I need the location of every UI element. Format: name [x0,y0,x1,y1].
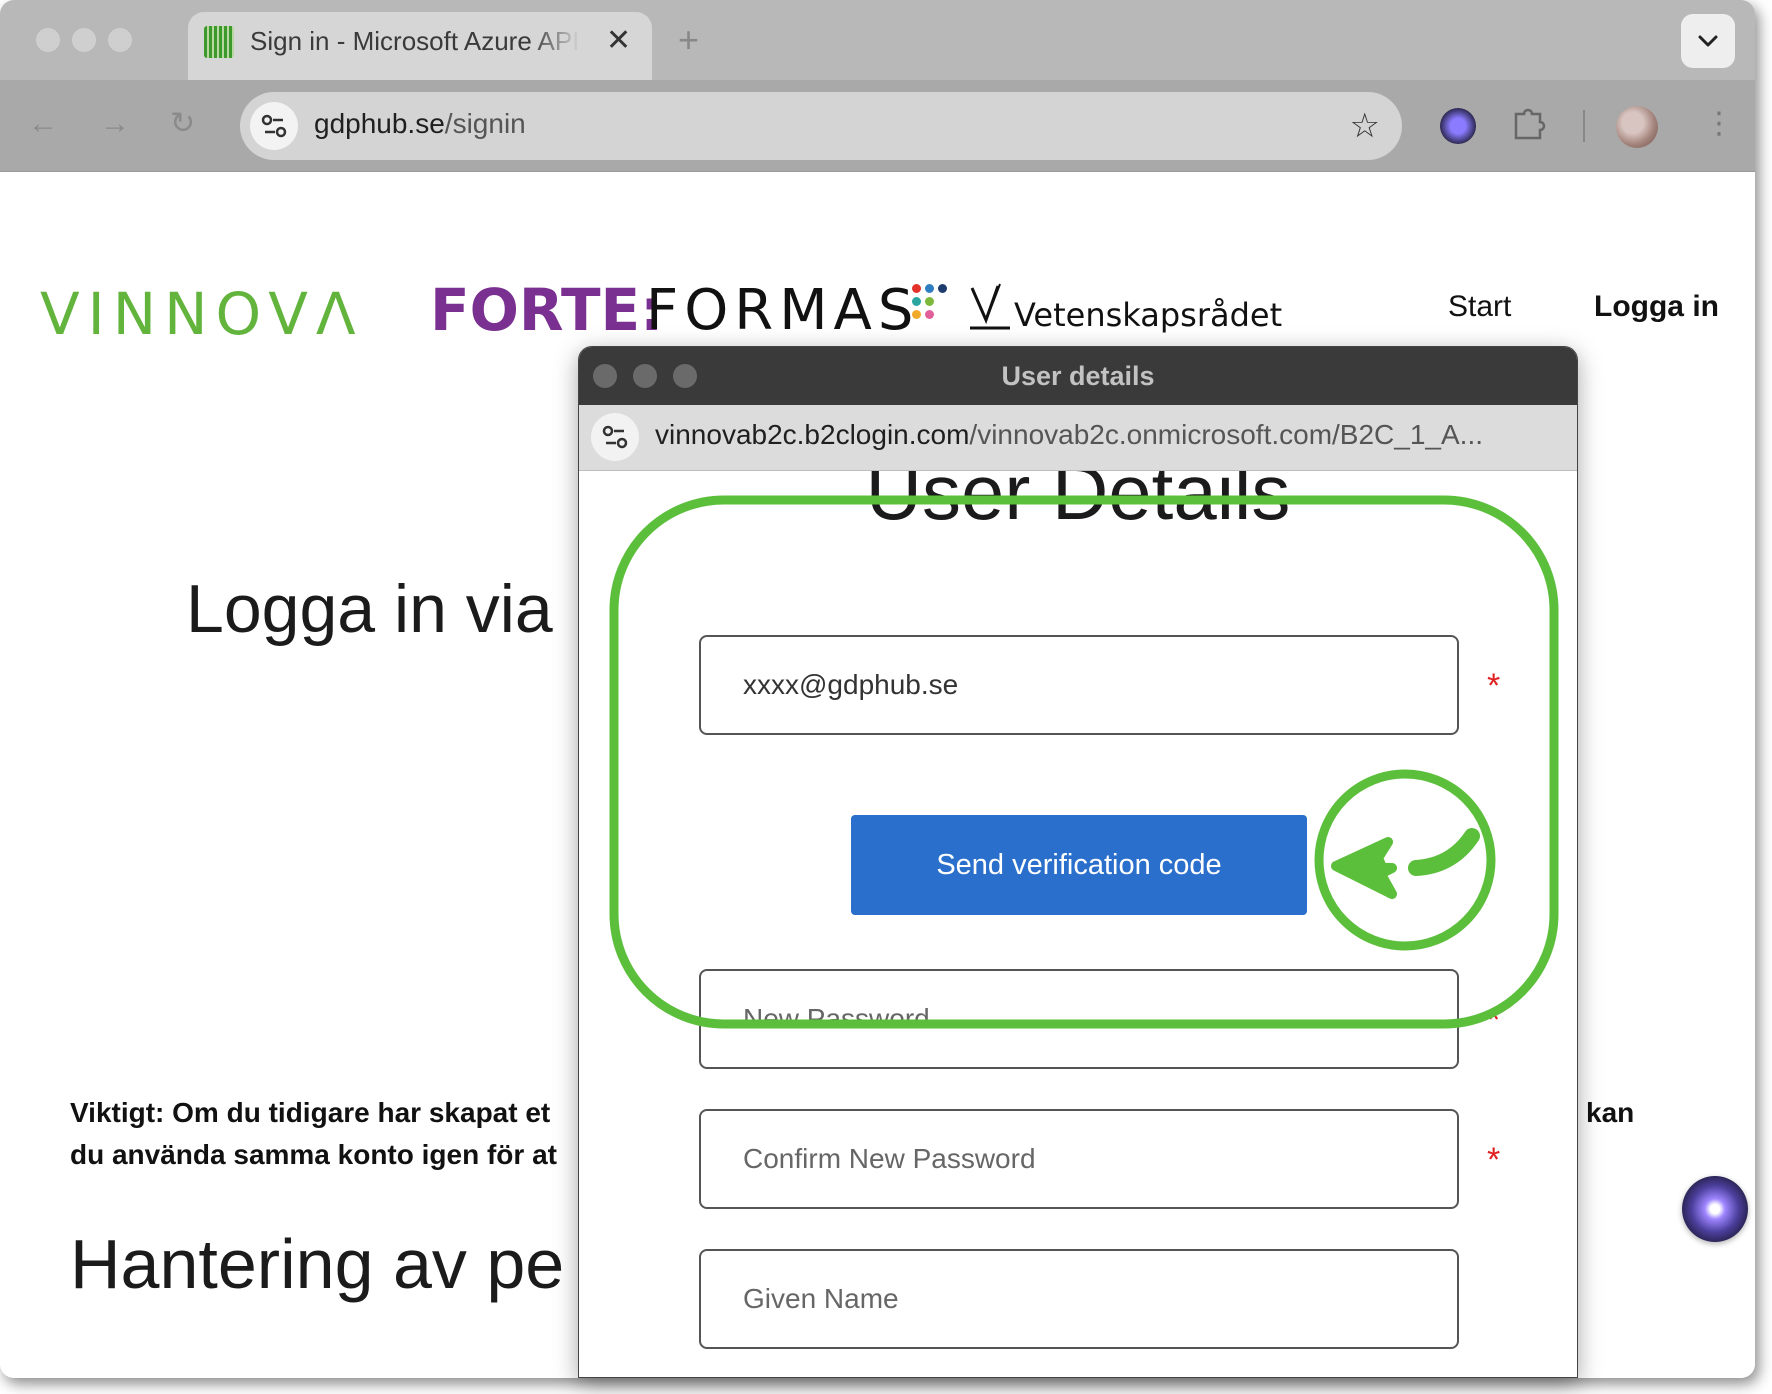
kebab-menu-icon[interactable]: ⋮ [1704,102,1734,146]
vinnova-logo[interactable]: VINNOVΛ [40,280,364,348]
avatar[interactable] [1616,106,1658,148]
popup-site-info-button[interactable] [591,413,639,461]
floating-sparkle-icon[interactable] [1682,1176,1748,1242]
puzzle-icon[interactable] [1510,102,1546,151]
forward-arrow-icon[interactable]: → [100,104,130,144]
address-bar[interactable]: gdphub.se/signin ☆ [240,92,1402,160]
tab-sign-in[interactable]: Sign in - Microsoft Azure API ✕ [188,12,652,80]
email-value: xxxx@gdphub.se [743,669,959,700]
confirm-password-placeholder: Confirm New Password [743,1143,1036,1174]
send-verification-code-button[interactable]: Send verification code [851,815,1307,915]
reload-icon[interactable]: ↻ [170,104,195,144]
tab-strip: Sign in - Microsoft Azure API ✕ + [0,0,1755,80]
given-name-field[interactable]: Given Name [699,1249,1459,1349]
email-required-marker: * [1487,667,1501,705]
site-info-icon [261,114,287,138]
important-line-1-right: kan [1586,1097,1635,1128]
popup-url-path: /vinnovab2c.onmicrosoft.com/B2C_1_A... [969,419,1484,450]
bookmark-star-icon[interactable]: ☆ [1350,106,1380,146]
toolbar-divider [1583,110,1585,142]
vetenskapsradet-mark-icon [968,280,1014,347]
new-password-required-marker: * [1487,1001,1501,1039]
confirm-password-required-marker: * [1487,1141,1501,1179]
nav-start-link[interactable]: Start [1448,290,1511,324]
url-domain: gdphub.se [314,108,445,139]
tab-title: Sign in - Microsoft Azure API [250,26,580,56]
formas-dots-icon [912,284,956,328]
chevron-down-icon [1698,35,1718,47]
popup-window-title: User details [1001,361,1155,391]
confirm-password-field[interactable]: Confirm New Password [699,1109,1459,1209]
tab-close-icon[interactable]: ✕ [606,24,631,58]
form-title: User Details [865,471,1291,536]
back-arrow-icon[interactable]: ← [28,104,58,144]
browser-toolbar: ← → ↻ gdphub.se/signin ☆ ⋮ [0,80,1755,172]
forte-logo[interactable]: FORTE: [430,276,663,344]
user-details-popup: User details vinnovab2c.b2clogin.com/vin… [578,346,1578,1378]
handling-heading: Hantering av pe [70,1225,565,1303]
new-password-field[interactable]: New Password [699,969,1459,1069]
formas-logo[interactable]: FORMAS [646,278,919,343]
tab-search-button[interactable] [1681,14,1735,68]
popup-url-domain: vinnovab2c.b2clogin.com [655,419,970,450]
nav-login-link[interactable]: Logga in [1594,290,1719,324]
popup-titlebar: User details [579,347,1577,405]
new-tab-button[interactable]: + [678,20,699,60]
popup-url-text: vinnovab2c.b2clogin.com/vinnovab2c.onmic… [655,419,1483,451]
close-window-button[interactable] [36,28,60,52]
login-heading: Logga in via [186,571,553,647]
url-text[interactable]: gdphub.se/signin [314,108,526,140]
minimize-window-button[interactable] [72,28,96,52]
maximize-window-button[interactable] [108,28,132,52]
popup-form: User Details xxxx@gdphub.se * Send verif… [579,471,1577,1377]
url-path: /signin [444,108,526,139]
vinnova-favicon-icon [204,26,234,58]
vetenskapsradet-logo[interactable]: Vetenskapsrådet [1014,296,1282,334]
email-field[interactable]: xxxx@gdphub.se [699,635,1459,735]
sparkle-extension-icon[interactable] [1440,108,1476,144]
site-info-button[interactable] [250,102,298,150]
new-password-placeholder: New Password [743,1003,930,1034]
popup-address-bar: vinnovab2c.b2clogin.com/vinnovab2c.onmic… [579,405,1577,471]
site-info-icon [602,425,628,449]
given-name-placeholder: Given Name [743,1283,899,1314]
